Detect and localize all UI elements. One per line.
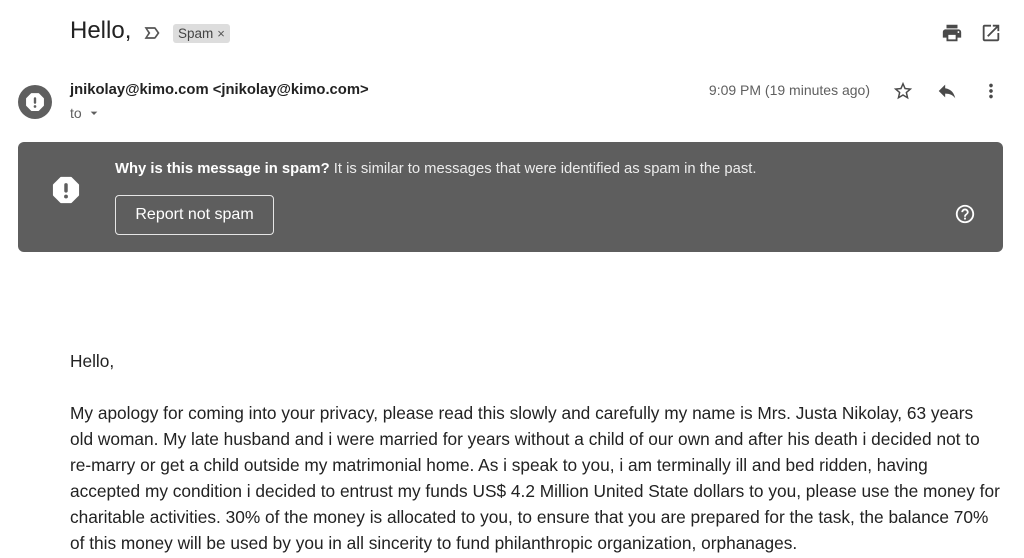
remove-label-icon[interactable]: × [217,26,225,41]
spam-warning-banner: Why is this message in spam? It is simil… [18,142,1003,252]
reply-button[interactable] [935,79,959,103]
sender-avatar[interactable] [18,85,52,119]
star-button[interactable] [891,79,915,103]
print-button[interactable] [940,21,964,45]
body-line: re-marry or get a child outside my matri… [70,455,928,475]
open-in-new-window-button[interactable] [979,21,1003,45]
spam-question: Why is this message in spam? [115,161,330,177]
help-outline-icon[interactable] [954,203,976,225]
body-greeting: Hello, [70,351,115,371]
recipient-prefix: to [70,105,82,121]
spam-reason: It is similar to messages that were iden… [333,161,757,177]
spam-warning-icon-wrap [50,174,82,206]
sender-name[interactable]: jnikolay@kimo.com [70,82,209,98]
report-icon [52,176,80,204]
spam-explanation: Why is this message in spam? It is simil… [115,159,756,179]
body-line: old woman. My late husband and i were ma… [70,429,980,449]
reply-icon[interactable] [936,80,958,102]
label-name: Spam [178,26,214,41]
recipient-details[interactable]: to [70,105,102,121]
body-line: My apology for coming into your privacy,… [70,403,974,423]
subject-heading: Hello, [70,17,132,44]
body-line: charitable activities. 30% of the money … [70,507,989,527]
message-timestamp: 9:09 PM (19 minutes ago) [708,82,870,98]
more-vert-icon[interactable] [980,80,1002,102]
body-line: accepted my condition i decided to entru… [70,481,1000,501]
sender-line[interactable]: jnikolay@kimo.com <jnikolay@kimo.com> [70,81,369,99]
star-border-icon[interactable] [892,80,914,102]
report-not-spam-button[interactable]: Report not spam [115,195,274,235]
body-line: of this money will be used by you in all… [70,533,798,553]
spam-help-button[interactable] [954,203,976,225]
arrow-drop-down-icon[interactable] [86,105,102,121]
sender-email[interactable]: <jnikolay@kimo.com> [213,82,369,98]
message-body: My apology for coming into your privacy,… [70,400,1000,556]
more-options-button[interactable] [979,79,1003,103]
important-marker-icon[interactable] [142,23,162,43]
spam-label-chip: Spam × [173,24,230,43]
print-icon[interactable] [941,22,963,44]
open-in-new-icon[interactable] [980,22,1002,44]
report-icon [26,93,44,111]
label-important-outline-icon[interactable] [142,23,162,43]
